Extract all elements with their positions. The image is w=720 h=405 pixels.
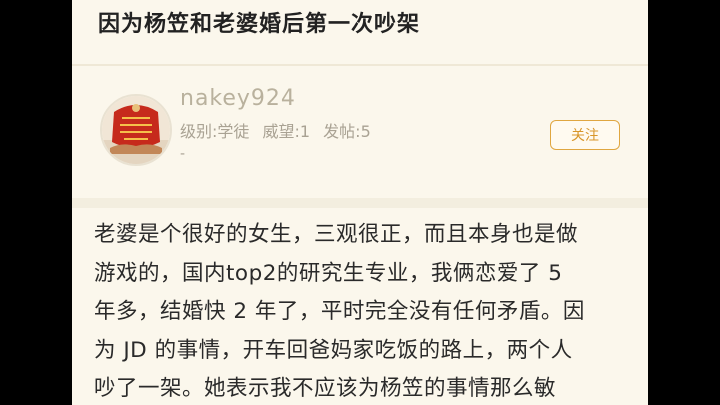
content-line: 游戏的，国内top2的研究生专业，我俩恋爱了 5 (94, 260, 563, 286)
avatar-image-icon (102, 96, 170, 164)
author-posts: 发帖:5 (323, 122, 371, 141)
post-content: 老婆是个很好的女生，三观很正，而且本身也是做 游戏的，国内top2的研究生专业，… (94, 216, 630, 405)
author-meta: 级别:学徒 威望:1 发帖:5 (180, 118, 379, 142)
author-level: 级别:学徒 (180, 122, 250, 141)
author-extra: - (180, 146, 186, 162)
phone-screen: 因为杨笠和老婆婚后第一次吵架 nakey924 级别:学徒 威望:1 发帖:5 … (72, 0, 648, 405)
avatar[interactable] (100, 94, 172, 166)
follow-button[interactable]: 关注 (550, 120, 620, 150)
content-line: 老婆是个很好的女生，三观很正，而且本身也是做 (94, 222, 579, 247)
post-title: 因为杨笠和老婆婚后第一次吵架 (98, 12, 421, 37)
username[interactable]: nakey924 (180, 86, 296, 111)
content-line: 吵了一架。她表示我不应该为杨笠的事情那么敏 (94, 376, 557, 401)
author-card: nakey924 级别:学徒 威望:1 发帖:5 - 关注 (72, 66, 648, 208)
author-prestige: 威望:1 (262, 122, 311, 141)
title-bar: 因为杨笠和老婆婚后第一次吵架 (72, 0, 648, 66)
content-line: 年多，结婚快 2 年了，平时完全没有任何矛盾。因 (94, 299, 585, 324)
content-line: 为 JD 的事情，开车回爸妈家吃饭的路上，两个人 (94, 337, 573, 363)
